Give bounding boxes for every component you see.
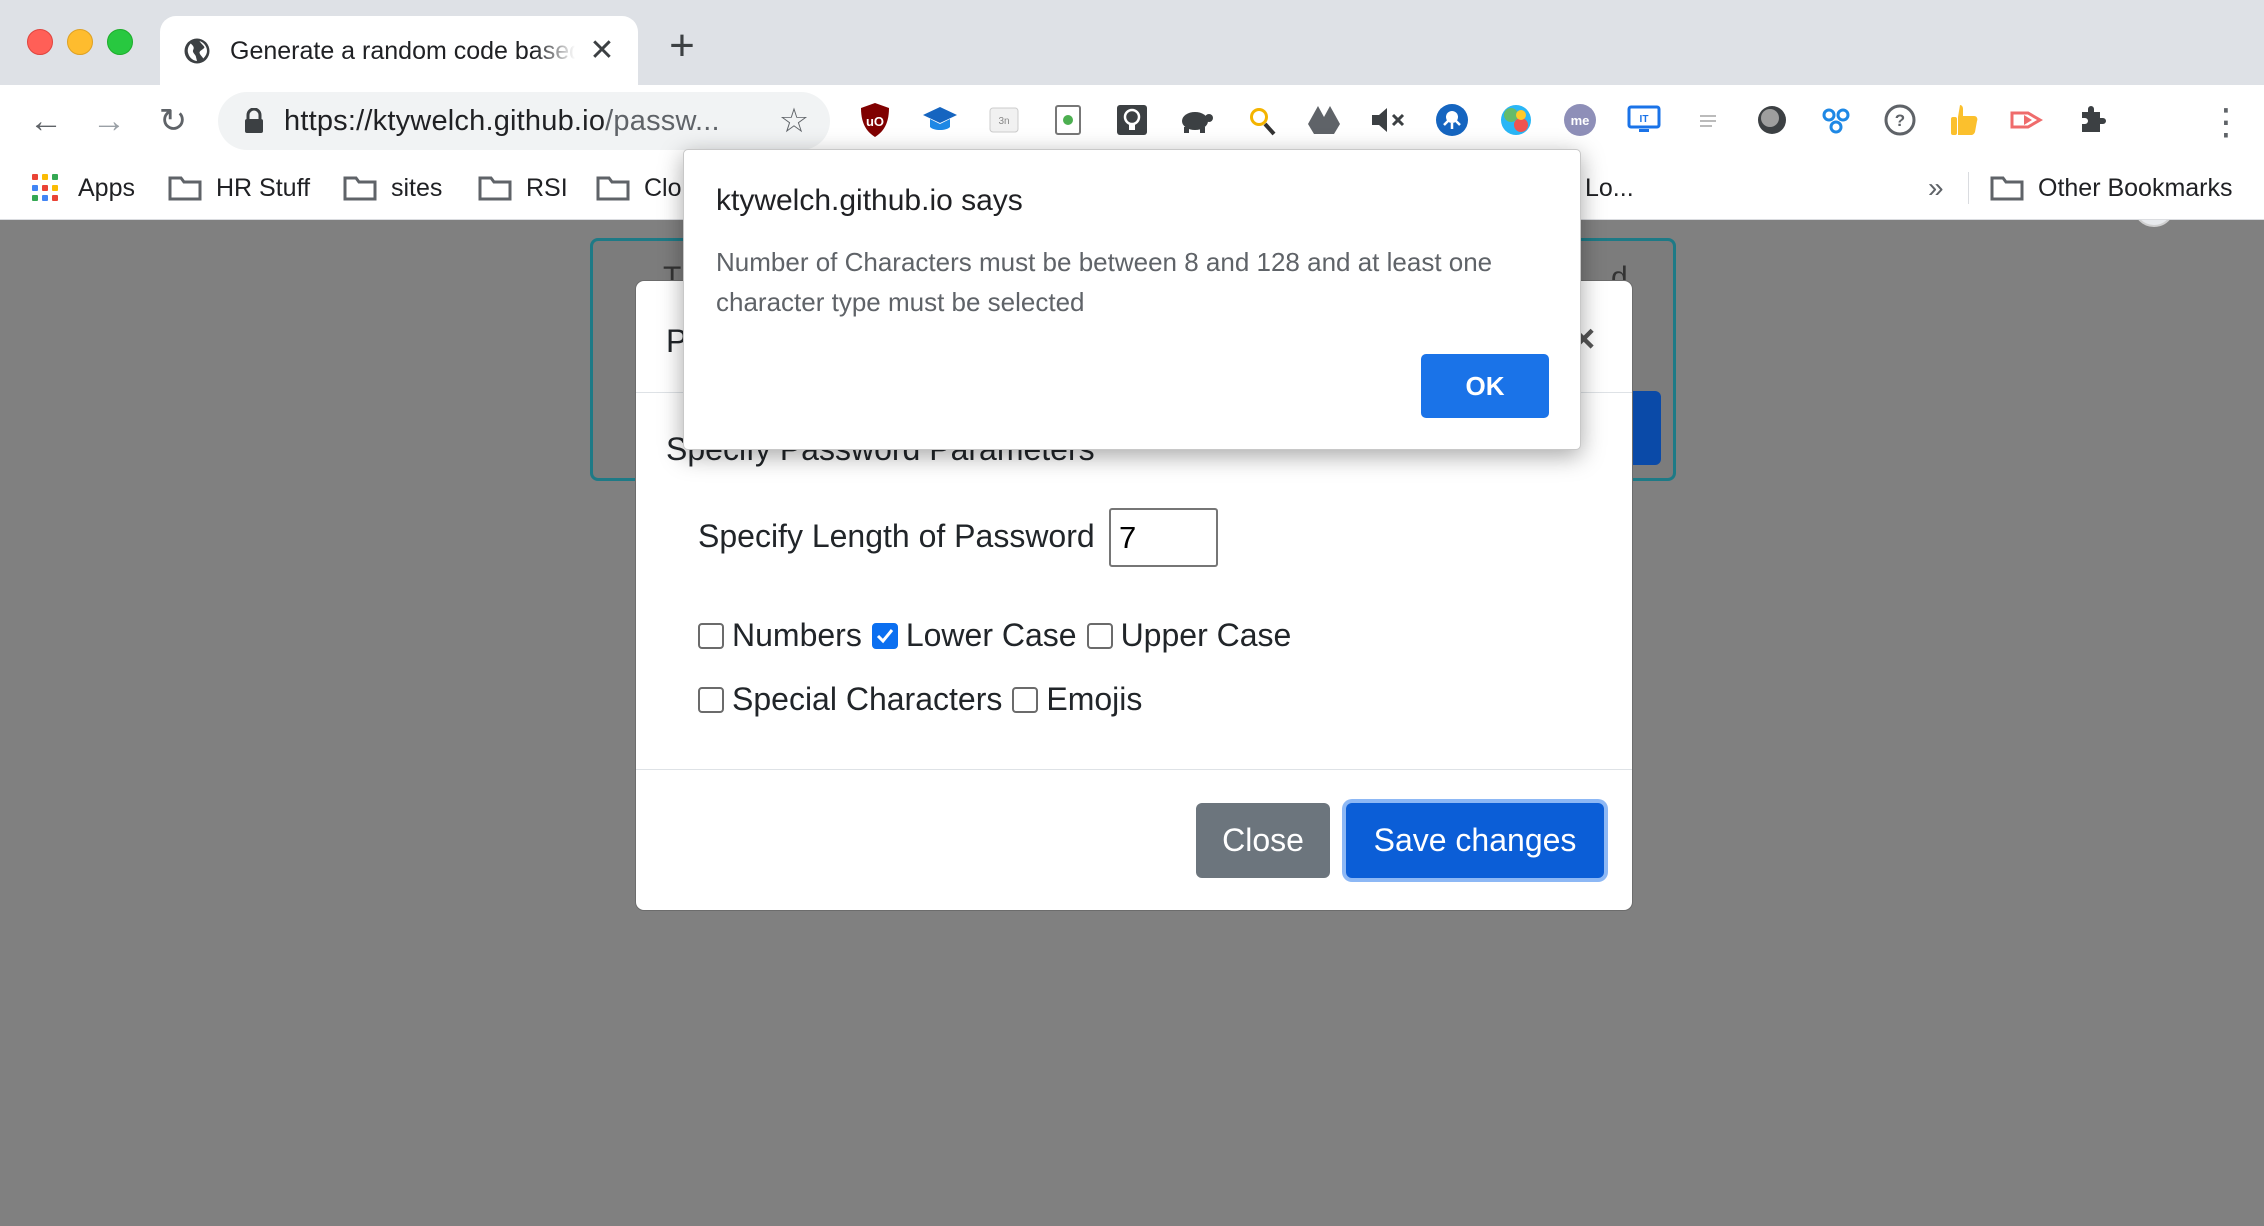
folder-icon <box>343 176 377 201</box>
ublock-icon[interactable]: uO <box>855 100 895 140</box>
svg-text:?: ? <box>1895 111 1905 130</box>
special-characters-checkbox[interactable] <box>698 686 724 713</box>
address-bar[interactable]: https://ktywelch.github.io/passw... ☆ <box>218 92 830 150</box>
svg-text:uO: uO <box>866 114 884 129</box>
generate-button[interactable] <box>1633 391 1661 465</box>
bookmark-folder-sites[interactable]: sites <box>343 168 442 208</box>
checkbox-row-2: Special Characters Emojis <box>698 681 1152 718</box>
folder-icon <box>1990 176 2024 201</box>
window-close-button[interactable] <box>27 29 53 55</box>
new-tab-button[interactable]: + <box>662 24 702 68</box>
lock-icon <box>245 108 263 133</box>
lightbulb-icon[interactable] <box>1112 100 1152 140</box>
bookmark-label: RSI <box>526 173 568 202</box>
bookmark-label: HR Stuff <box>216 173 311 202</box>
checkbox-row-1: Numbers Lower Case Upper Case <box>698 617 1301 654</box>
tab-title: Generate a random code based <box>230 34 575 68</box>
svg-text:me: me <box>1571 113 1590 128</box>
document-icon[interactable] <box>1048 100 1088 140</box>
svg-text:IT: IT <box>1640 114 1649 125</box>
me-icon[interactable]: me <box>1560 100 1600 140</box>
bookmark-apps[interactable]: Apps <box>32 168 135 208</box>
svg-text:3n: 3n <box>998 116 1009 127</box>
checkmark-icon <box>876 628 893 643</box>
reload-button[interactable]: ↻ <box>154 102 192 140</box>
emojis-checkbox[interactable] <box>1012 686 1039 713</box>
browser-toolbar: ← → ↻ https://ktywelch.github.io/passw..… <box>0 85 2264 234</box>
bookmark-label: sites <box>391 173 443 202</box>
back-button[interactable]: ← <box>27 102 65 140</box>
lines-icon[interactable] <box>1688 100 1728 140</box>
save-changes-button[interactable]: Save changes <box>1346 803 1604 878</box>
lower-case-checkbox[interactable] <box>871 622 898 649</box>
lower-case-label: Lower Case <box>905 617 1077 653</box>
bookmarks-overflow-icon[interactable]: » <box>1928 168 1944 208</box>
window-zoom-button[interactable] <box>107 29 133 55</box>
upper-case-label: Upper Case <box>1120 617 1292 653</box>
modal-footer: Close Save changes <box>636 769 1632 912</box>
password-length-input[interactable] <box>1109 508 1218 567</box>
bookmark-folder-rsi[interactable]: RSI <box>478 168 568 208</box>
octopus-icon[interactable] <box>1432 100 1472 140</box>
bookmark-label: Lo... <box>1585 173 1634 202</box>
graduation-cap-icon[interactable] <box>920 100 960 140</box>
upper-case-checkbox[interactable] <box>1086 622 1113 649</box>
folder-icon <box>596 176 630 201</box>
extension-small-icon[interactable]: 3n <box>984 100 1024 140</box>
browser-tab[interactable]: Generate a random code based ✕ <box>160 16 638 85</box>
browser-menu-icon[interactable]: ⋮ <box>2208 102 2244 142</box>
alert-ok-button[interactable]: OK <box>1421 354 1549 418</box>
bookmark-star-icon[interactable]: ☆ <box>778 104 810 138</box>
circle-icon[interactable] <box>1752 100 1792 140</box>
apps-grid-icon <box>32 174 60 202</box>
url-host: https://ktywelch.github.io <box>284 105 606 137</box>
video-arrow-icon[interactable] <box>2008 100 2048 140</box>
search-magnifier-icon[interactable] <box>1240 100 1280 140</box>
bookmark-folder-hr-stuff[interactable]: HR Stuff <box>168 168 310 208</box>
window-minimize-button[interactable] <box>67 29 93 55</box>
folder-icon <box>478 176 512 201</box>
numbers-label: Numbers <box>732 617 862 653</box>
alert-dialog: ktywelch.github.io says Number of Charac… <box>683 149 1581 450</box>
numbers-checkbox[interactable] <box>698 622 724 649</box>
help-icon[interactable]: ? <box>1880 100 1920 140</box>
alert-message: Number of Characters must be between 8 a… <box>716 247 1493 317</box>
url-path: /passw... <box>605 105 720 137</box>
bookmark-folder-clou[interactable]: Clou <box>596 168 695 208</box>
tab-strip: Generate a random code based ✕ + <box>0 0 2264 85</box>
google-drive-icon[interactable] <box>1304 100 1344 140</box>
folder-icon <box>168 176 202 201</box>
thumbs-up-icon[interactable] <box>1944 100 1984 140</box>
molecule-icon[interactable] <box>1816 100 1856 140</box>
bookmark-label: Apps <box>78 173 135 202</box>
close-button[interactable]: Close <box>1196 803 1330 878</box>
monitor-icon[interactable]: IT <box>1624 100 1664 140</box>
alert-title: ktywelch.github.io says <box>716 184 1023 217</box>
colorful-globe-icon[interactable] <box>1496 100 1536 140</box>
emojis-label: Emojis <box>1046 681 1143 717</box>
turtle-icon[interactable] <box>1176 100 1216 140</box>
globe-icon <box>184 38 210 64</box>
tab-close-icon[interactable]: ✕ <box>585 34 619 68</box>
bookmark-label: Other Bookmarks <box>2038 173 2233 202</box>
bookmark-lo[interactable]: Lo... <box>1585 168 1634 208</box>
length-label: Specify Length of Password <box>698 518 1095 554</box>
forward-button[interactable]: → <box>90 102 128 140</box>
url-text: https://ktywelch.github.io/passw... <box>284 92 720 150</box>
extensions-puzzle-icon[interactable] <box>2072 100 2112 140</box>
bookmarks-separator <box>1968 172 1969 204</box>
mute-icon[interactable] <box>1368 100 1408 140</box>
bookmark-other-bookmarks[interactable]: Other Bookmarks <box>1990 168 2233 208</box>
special-characters-label: Special Characters <box>732 681 1003 717</box>
